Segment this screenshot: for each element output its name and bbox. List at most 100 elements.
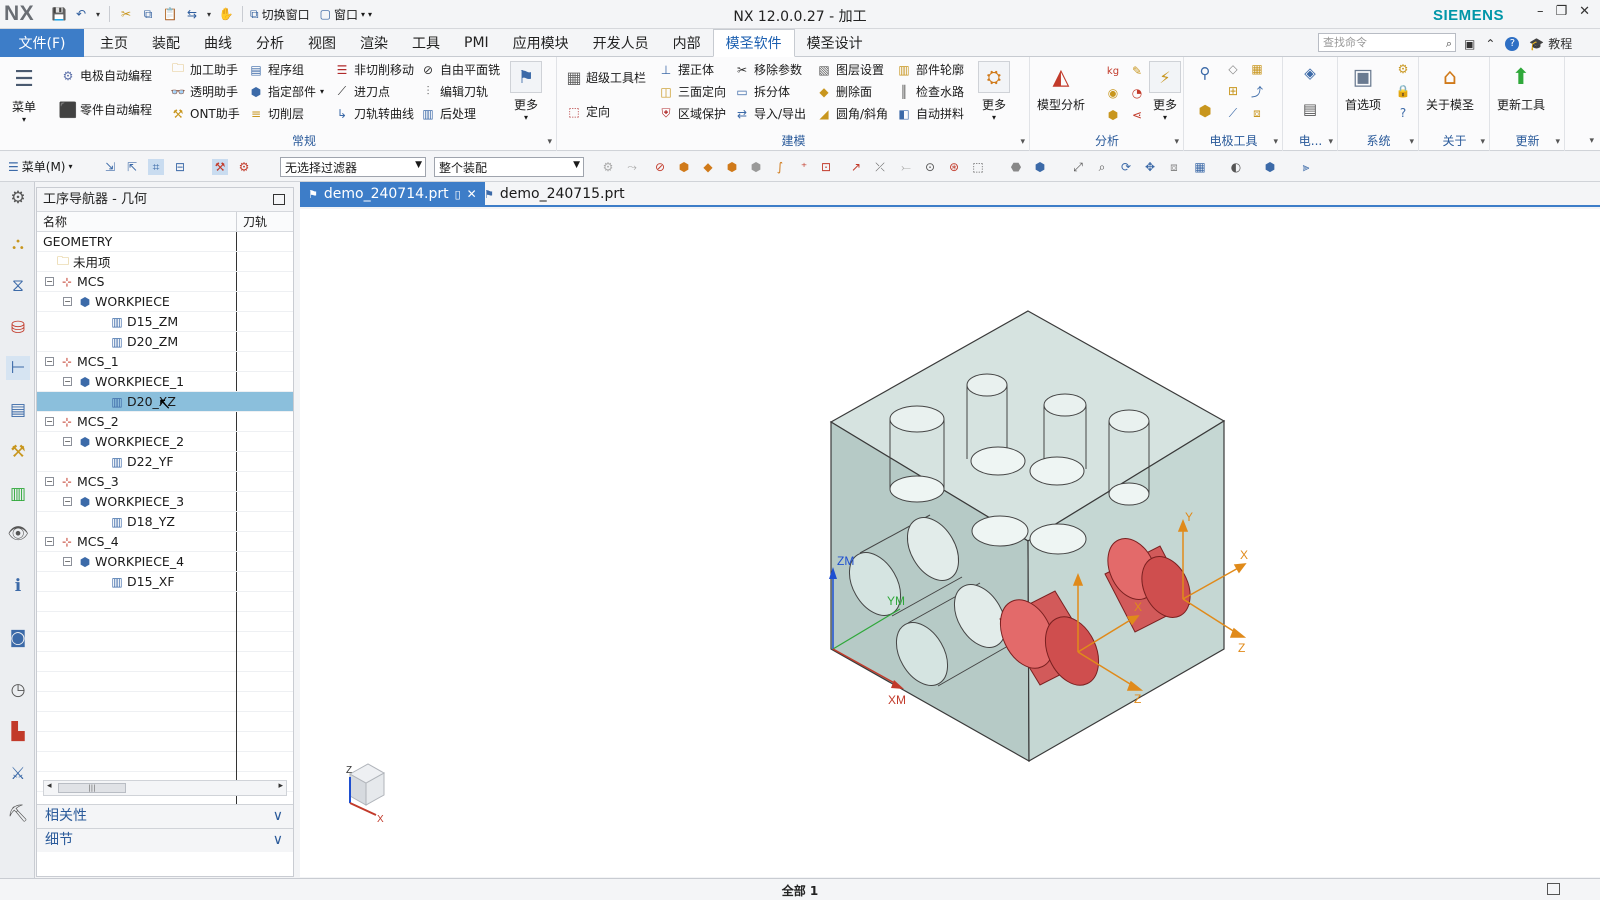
component-icon[interactable]: ⬢ xyxy=(748,159,764,175)
group-expand-icon[interactable]: ▾ xyxy=(1480,137,1485,147)
control-point-icon[interactable]: ⤚ xyxy=(898,159,914,175)
no-entry-icon[interactable]: ⊘ xyxy=(652,159,668,175)
paste-icon[interactable]: 📋 xyxy=(161,5,179,23)
part-auto-programming-button[interactable]: ⬛ 零件自动编程 xyxy=(59,101,152,119)
group-expand-icon[interactable]: ▾ xyxy=(1273,137,1278,147)
square-body-button[interactable]: ⊥ 摆正体 xyxy=(658,61,714,78)
save-icon[interactable]: 💾 xyxy=(50,5,68,23)
electrode-tilt-icon[interactable]: ⟋ xyxy=(1225,105,1241,121)
tree-node[interactable]: ▥ D22_YF xyxy=(37,452,293,472)
tree-node[interactable]: − ⊹ MCS_4 xyxy=(37,532,293,552)
repeat-command-icon[interactable]: ⇆ xyxy=(183,5,201,23)
box-select-icon[interactable]: ⬚ xyxy=(970,159,986,175)
rotate-icon[interactable]: ⟳ xyxy=(1118,159,1134,175)
group-expand-icon[interactable]: ▾ xyxy=(1555,137,1560,147)
select-mode-icon[interactable]: ⇱ xyxy=(124,159,140,175)
mass-icon[interactable]: kg xyxy=(1105,63,1121,79)
restore-icon[interactable]: ❐ xyxy=(1555,4,1567,19)
history-icon[interactable]: ◷ xyxy=(6,678,30,702)
more-general-button[interactable]: ⚑ 更多 ▾ xyxy=(510,61,542,122)
tab-applications[interactable]: 应用模块 xyxy=(501,29,581,57)
transparent-assistant-button[interactable]: 👓 透明助手 xyxy=(170,83,239,100)
help-icon[interactable]: ? xyxy=(1505,36,1520,51)
model-analysis-button[interactable]: ◭ 模型分析 xyxy=(1037,61,1085,113)
super-toolbar-button[interactable]: ▦ 超级工具栏 xyxy=(566,68,646,87)
non-cutting-moves-button[interactable]: ☰ 非切削移动 xyxy=(334,61,414,78)
surface-icon[interactable]: ◉ xyxy=(1105,85,1121,101)
collapse-toggle-icon[interactable]: − xyxy=(45,477,54,486)
auto-stock-button[interactable]: ◧ 自动拼料 xyxy=(896,105,964,122)
face-icon[interactable]: ◆ xyxy=(700,159,716,175)
draft-icon[interactable]: ⋖ xyxy=(1129,107,1145,123)
remove-parameters-button[interactable]: ✂ 移除参数 xyxy=(734,61,802,78)
zoom-icon[interactable]: ⌕ xyxy=(1094,159,1110,175)
preferences-button[interactable]: ▣ 首选项 xyxy=(1345,61,1381,113)
file-menu-button[interactable]: 文件(F) xyxy=(0,29,84,57)
undo-icon[interactable]: ↶ xyxy=(72,5,90,23)
tab-curve[interactable]: 曲线 xyxy=(192,29,244,57)
tool-filter-icon[interactable]: ⚙ xyxy=(236,159,252,175)
electrode-table-icon[interactable]: ▤ xyxy=(1302,100,1318,118)
tab-mosheng-software[interactable]: 模圣软件 xyxy=(712,29,795,57)
touch-mode-icon[interactable]: ✋ xyxy=(217,5,235,23)
group-expand-icon[interactable]: ▾ xyxy=(547,137,552,147)
collapse-toggle-icon[interactable]: − xyxy=(63,297,72,306)
point-icon[interactable]: ⁺ xyxy=(796,159,812,175)
tree-node[interactable]: ▥ D15_XF xyxy=(37,572,293,592)
mid-point-icon[interactable]: ⤫ xyxy=(872,159,888,175)
select-icon[interactable]: ⇲ xyxy=(102,159,118,175)
scroll-left-icon[interactable]: ◂ xyxy=(47,781,52,791)
tab-tools[interactable]: 工具 xyxy=(400,29,452,57)
tab-mosheng-design[interactable]: 模圣设计 xyxy=(795,29,875,57)
collapse-toggle-icon[interactable]: − xyxy=(45,537,54,546)
maximize-icon[interactable] xyxy=(273,194,285,205)
tree-node[interactable]: ▥ D18_YZ xyxy=(37,512,293,532)
column-toolpath-header[interactable]: 刀轨 xyxy=(237,212,267,231)
tutorial-button[interactable]: 🎓 教程 xyxy=(1529,35,1572,52)
postprocess-button[interactable]: ▥ 后处理 xyxy=(420,105,476,122)
zoom-fit-icon[interactable]: ⤢ xyxy=(1070,159,1086,175)
select-body-icon[interactable]: ⊟ xyxy=(172,159,188,175)
pan-icon[interactable]: ✥ xyxy=(1142,159,1158,175)
tab-render[interactable]: 渲染 xyxy=(348,29,400,57)
operation-filter-icon[interactable]: ⚒ xyxy=(212,159,228,175)
electrode-stack-icon[interactable]: ⧈ xyxy=(1249,105,1265,121)
tree-node[interactable]: ▥ D20_ZM xyxy=(37,332,293,352)
electrode-copy-icon[interactable]: ◇ xyxy=(1225,61,1241,77)
process-studio-icon[interactable]: ⚔ xyxy=(6,762,30,786)
import-export-button[interactable]: ⇄ 导入/导出 xyxy=(734,105,806,122)
selection-filter-select[interactable]: 无选择过滤器 ▼ xyxy=(280,157,426,177)
scroll-right-icon[interactable]: ▸ xyxy=(278,781,283,791)
chevron-down-icon[interactable]: ▾ xyxy=(205,5,213,23)
gear-icon[interactable]: ⚙ xyxy=(6,186,30,210)
close-icon[interactable]: ✕ xyxy=(1579,4,1590,19)
collapse-toggle-icon[interactable]: − xyxy=(63,497,72,506)
check-waterway-button[interactable]: ║ 检查水路 xyxy=(896,83,964,100)
ribbon-menu-button[interactable]: ☰ 菜单 ▾ xyxy=(8,63,40,125)
chevron-down-icon[interactable]: ▾ xyxy=(94,5,102,23)
snap-off-icon[interactable]: ⤳ xyxy=(624,159,640,175)
scrollbar-thumb[interactable]: ||| xyxy=(58,783,126,793)
body-icon[interactable]: ⬢ xyxy=(724,159,740,175)
assembly-navigator-icon[interactable]: ⛬ xyxy=(6,232,30,256)
orient-view-icon[interactable]: ⬢ xyxy=(1262,159,1278,175)
graphics-window[interactable]: X Z Y X Z ZM YM XM Z X xyxy=(300,209,1600,877)
box-icon[interactable]: ⬢ xyxy=(1105,107,1121,123)
tree-node[interactable]: 🗀 未用项 xyxy=(37,252,293,272)
tab-developer[interactable]: 开发人员 xyxy=(581,29,661,57)
edit-toolpath-button[interactable]: ⫶ 编辑刀轨 xyxy=(420,83,488,100)
tree-node[interactable]: ▥ D15_ZM xyxy=(37,312,293,332)
cut-levels-button[interactable]: ≡ 切削层 xyxy=(248,105,304,122)
electrode-edit-icon[interactable]: ▦ xyxy=(1249,61,1265,77)
collapse-toggle-icon[interactable]: − xyxy=(63,557,72,566)
snap-point-icon[interactable]: ⊡ xyxy=(818,159,834,175)
command-search-input[interactable]: 查找命令 ⌕ xyxy=(1318,33,1456,52)
ribbon-options-icon[interactable]: ▣ xyxy=(1464,37,1475,51)
part-navigator-icon[interactable]: ⛁ xyxy=(6,316,30,340)
group-expand-icon[interactable]: ▾ xyxy=(1020,137,1025,147)
tree-node[interactable]: − ⊹ MCS xyxy=(37,272,293,292)
electrode-more-icon[interactable]: ◈ xyxy=(1302,64,1318,82)
tree-node[interactable]: − ⬢ WORKPIECE_4 xyxy=(37,552,293,572)
about-mosheng-button[interactable]: ⌂ 关于模圣 xyxy=(1426,61,1474,113)
entry-point-button[interactable]: ⟋ 进刀点 xyxy=(334,83,390,100)
